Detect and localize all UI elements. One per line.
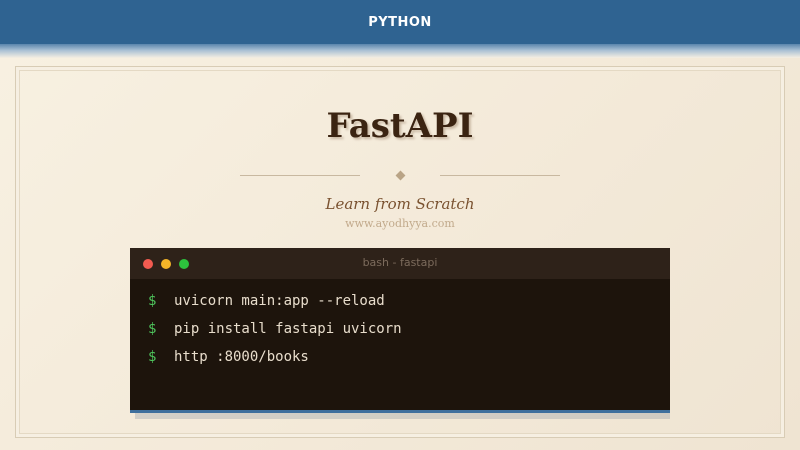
- divider-left: [240, 175, 360, 176]
- terminal-line: $ http :8000/books: [148, 347, 309, 367]
- page-title: FastAPI: [326, 106, 474, 146]
- divider-right: [440, 175, 560, 176]
- terminal-titlebar: bash - fastapi: [130, 248, 670, 279]
- terminal-line: $ uvicorn main:app --reload: [148, 291, 385, 311]
- command-text: http :8000/books: [174, 349, 309, 365]
- command-text: pip install fastapi uvicorn: [174, 321, 402, 337]
- category-label: PYTHON: [368, 14, 432, 30]
- website-label: www.ayodhyya.com: [345, 217, 455, 230]
- prompt-symbol: $: [148, 349, 157, 365]
- terminal-title: bash - fastapi: [362, 256, 438, 269]
- page-subtitle: Learn from Scratch: [325, 195, 475, 213]
- command-text: uvicorn main:app --reload: [174, 293, 385, 309]
- prompt-symbol: $: [148, 293, 157, 309]
- terminal-line: $ pip install fastapi uvicorn: [148, 319, 402, 339]
- terminal-window: bash - fastapi $ uvicorn main:app --reloa…: [130, 248, 670, 413]
- prompt-symbol: $: [148, 321, 157, 337]
- banner-shade: [0, 44, 800, 58]
- top-banner: PYTHON: [0, 0, 800, 44]
